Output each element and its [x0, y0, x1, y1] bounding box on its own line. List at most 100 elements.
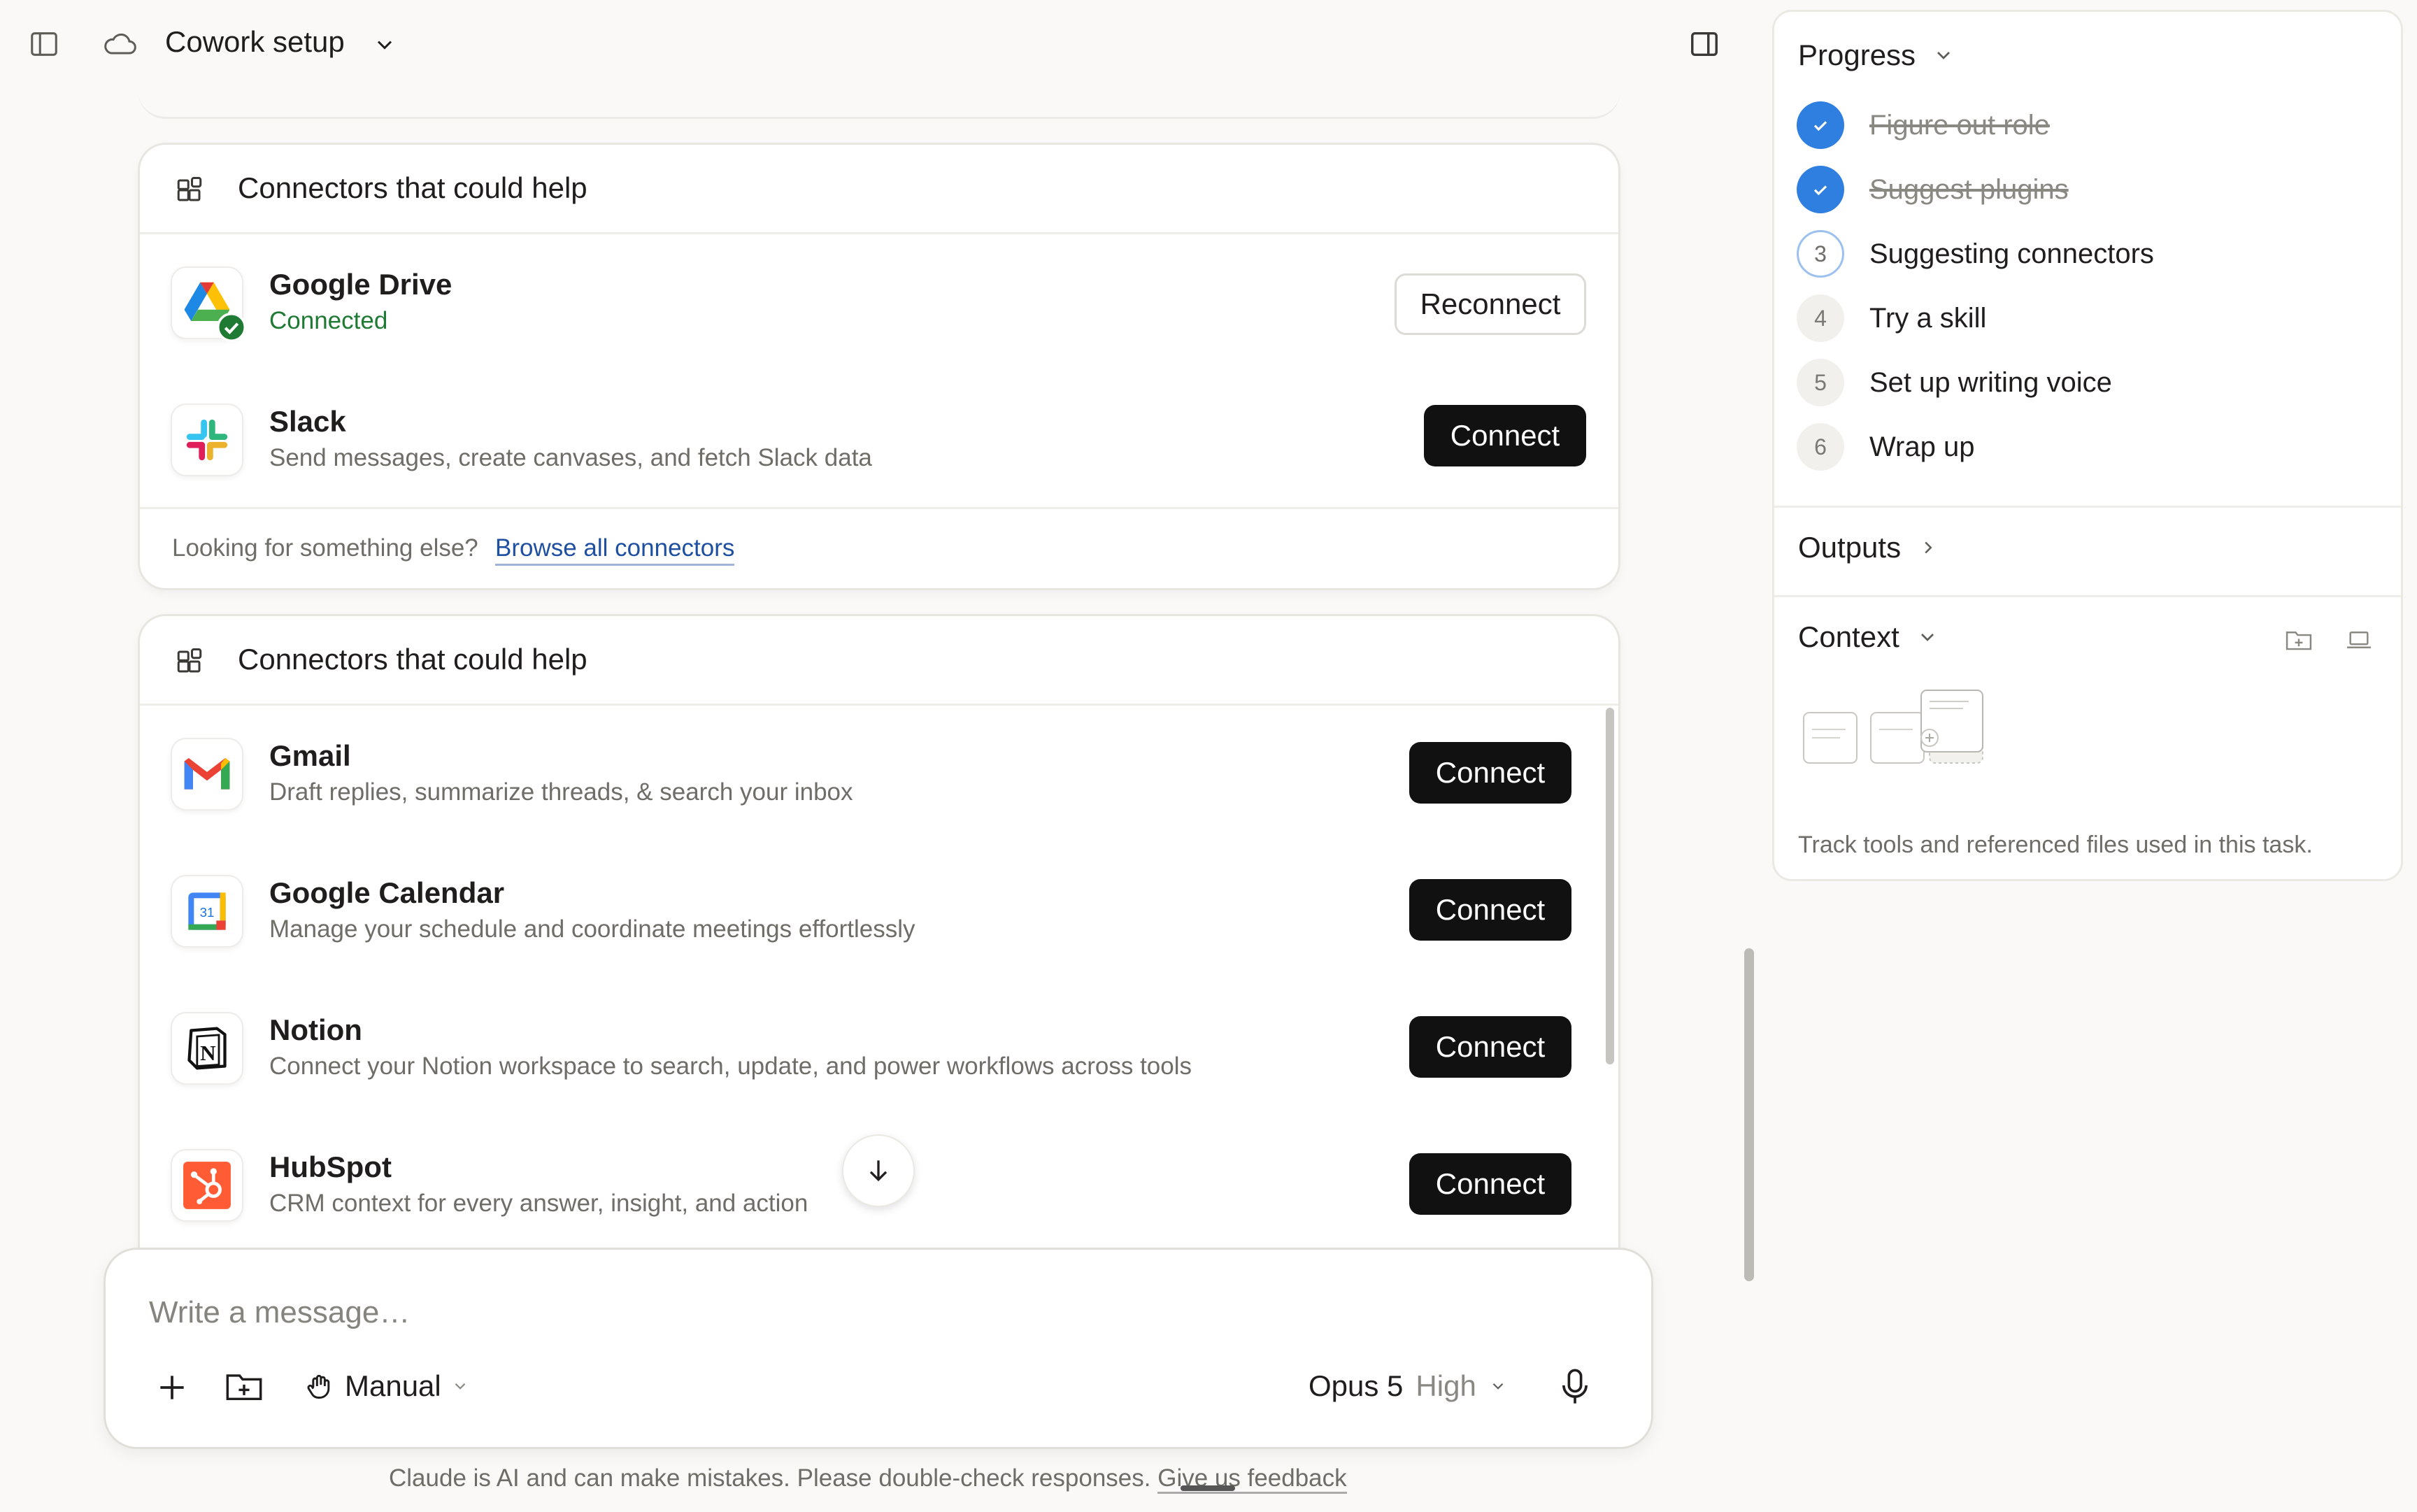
browse-connectors-link[interactable]: Browse all connectors: [495, 534, 735, 566]
progress-step: 6 Wrap up: [1797, 422, 1974, 472]
chevron-down-icon: [1492, 1383, 1504, 1390]
divider: [1774, 506, 2401, 508]
effort-level: High: [1416, 1369, 1476, 1402]
connector-row-gmail: Gmail Draft replies, summarize threads, …: [140, 706, 1618, 843]
connector-description: Send messages, create canvases, and fetc…: [269, 444, 872, 471]
sidebar-toggle-icon[interactable]: [28, 28, 60, 60]
connector-description: Draft replies, summarize threads, & sear…: [269, 778, 853, 806]
folder-add-icon[interactable]: [2285, 627, 2313, 652]
chevron-down-icon[interactable]: [371, 32, 399, 57]
step-complete-indicator: [1797, 101, 1844, 149]
step-label: Wrap up: [1869, 431, 1975, 462]
svg-text:N: N: [200, 1041, 216, 1065]
reconnect-button[interactable]: Reconnect: [1395, 273, 1586, 335]
slack-logo: [171, 404, 243, 476]
progress-panel: Progress Figure out role Suggest plugins…: [1772, 10, 2403, 881]
card-title: Connectors that could help: [238, 643, 587, 676]
connector-row-notion: N Notion Connect your Notion workspace t…: [140, 980, 1618, 1117]
gmail-logo: [171, 738, 243, 811]
connector-description: Connect your Notion workspace to search,…: [269, 1053, 1192, 1080]
connector-name: HubSpot: [269, 1150, 392, 1183]
connectors-icon: [177, 177, 202, 201]
outputs-header[interactable]: Outputs: [1798, 531, 1939, 564]
hubspot-logo: [171, 1149, 243, 1222]
model-name: Opus 5: [1309, 1369, 1404, 1402]
step-label: Suggest plugins: [1869, 173, 2069, 205]
task-title[interactable]: Cowork setup: [165, 25, 345, 59]
message-input[interactable]: [149, 1292, 1268, 1334]
outputs-title: Outputs: [1798, 531, 1902, 564]
connector-description: CRM context for every answer, insight, a…: [269, 1190, 808, 1217]
connect-slack-button[interactable]: Connect: [1424, 405, 1586, 466]
chevron-down-icon: [455, 1383, 466, 1390]
divider: [1774, 595, 2401, 597]
chevron-right-icon: [1925, 541, 1932, 554]
step-number: 6: [1797, 423, 1844, 471]
connect-google-calendar-button[interactable]: Connect: [1409, 879, 1571, 941]
connectors-card: Connectors that could help Google Drive …: [138, 143, 1620, 590]
mode-label: Manual: [345, 1369, 441, 1402]
drag-handle[interactable]: [1181, 1485, 1235, 1491]
connector-name: Notion: [269, 1013, 362, 1046]
card-scrollbar[interactable]: [1606, 708, 1614, 1064]
previous-message-card: [138, 77, 1620, 119]
arrow-down-icon: [869, 1160, 887, 1182]
card-title: Connectors that could help: [238, 171, 587, 204]
context-caption: Track tools and referenced files used in…: [1798, 832, 2313, 858]
check-icon: [1813, 121, 1827, 131]
connector-row-google-calendar: 31 Google Calendar Manage your schedule …: [140, 843, 1618, 980]
cloud-icon: [104, 33, 136, 55]
context-header[interactable]: Context: [1798, 620, 1939, 654]
scroll-to-bottom-button[interactable]: [842, 1134, 915, 1207]
microphone-icon[interactable]: [1559, 1367, 1591, 1406]
step-number: 3: [1797, 230, 1844, 278]
chat-scrollbar[interactable]: [1744, 948, 1754, 1281]
progress-step: Suggest plugins: [1797, 164, 2069, 215]
check-icon: [217, 313, 246, 342]
connect-notion-button[interactable]: Connect: [1409, 1016, 1571, 1078]
connector-description: Manage your schedule and coordinate meet…: [269, 915, 915, 943]
disclaimer-text: Claude is AI and can make mistakes. Plea…: [389, 1464, 1151, 1492]
step-number: 4: [1797, 294, 1844, 342]
hand-icon: [307, 1374, 330, 1399]
google-calendar-logo: 31: [171, 875, 243, 948]
chevron-down-icon: [1920, 634, 1934, 641]
svg-text:31: 31: [200, 905, 215, 920]
context-illustration: [1803, 690, 1983, 764]
connector-row-slack: Slack Send messages, create canvases, an…: [140, 371, 1618, 508]
connect-gmail-button[interactable]: Connect: [1409, 742, 1571, 804]
connector-name: Google Calendar: [269, 876, 505, 909]
connection-status: Connected: [269, 307, 388, 334]
plus-icon[interactable]: [155, 1370, 190, 1405]
progress-step: Figure out role: [1797, 100, 2050, 150]
progress-step: 3 Suggesting connectors: [1797, 229, 2154, 279]
progress-title: Progress: [1798, 38, 1916, 71]
folder-add-icon[interactable]: [224, 1369, 264, 1404]
mode-selector[interactable]: Manual: [304, 1362, 469, 1411]
card-footer: Looking for something else? Browse all c…: [140, 507, 1618, 588]
step-label: Set up writing voice: [1869, 366, 2112, 398]
context-actions: [2285, 627, 2373, 652]
message-composer: Manual Opus 5 High: [104, 1248, 1653, 1449]
progress-header[interactable]: Progress: [1798, 38, 1955, 72]
check-icon: [1813, 185, 1827, 196]
connector-name: Gmail: [269, 739, 351, 772]
connector-name: Slack: [269, 405, 346, 438]
laptop-icon[interactable]: [2345, 627, 2373, 652]
panel-toggle-icon[interactable]: [1688, 28, 1720, 60]
step-label: Try a skill: [1869, 302, 1987, 334]
step-label: Figure out role: [1869, 109, 2050, 141]
context-title: Context: [1798, 620, 1899, 653]
chevron-down-icon: [1937, 52, 1951, 59]
card-header: Connectors that could help: [140, 145, 1618, 234]
step-number: 5: [1797, 359, 1844, 406]
model-selector[interactable]: Opus 5 High: [1309, 1362, 1507, 1411]
footer-question: Looking for something else?: [172, 534, 478, 562]
connector-row-google-drive: Google Drive Connected Reconnect: [140, 234, 1618, 371]
connect-hubspot-button[interactable]: Connect: [1409, 1153, 1571, 1215]
connectors-icon: [177, 648, 202, 673]
progress-step: 4 Try a skill: [1797, 293, 1986, 343]
google-drive-logo: [171, 266, 246, 342]
app-window: Cowork setup Connectors that could help: [0, 0, 2417, 1512]
card-header: Connectors that could help: [140, 616, 1618, 706]
